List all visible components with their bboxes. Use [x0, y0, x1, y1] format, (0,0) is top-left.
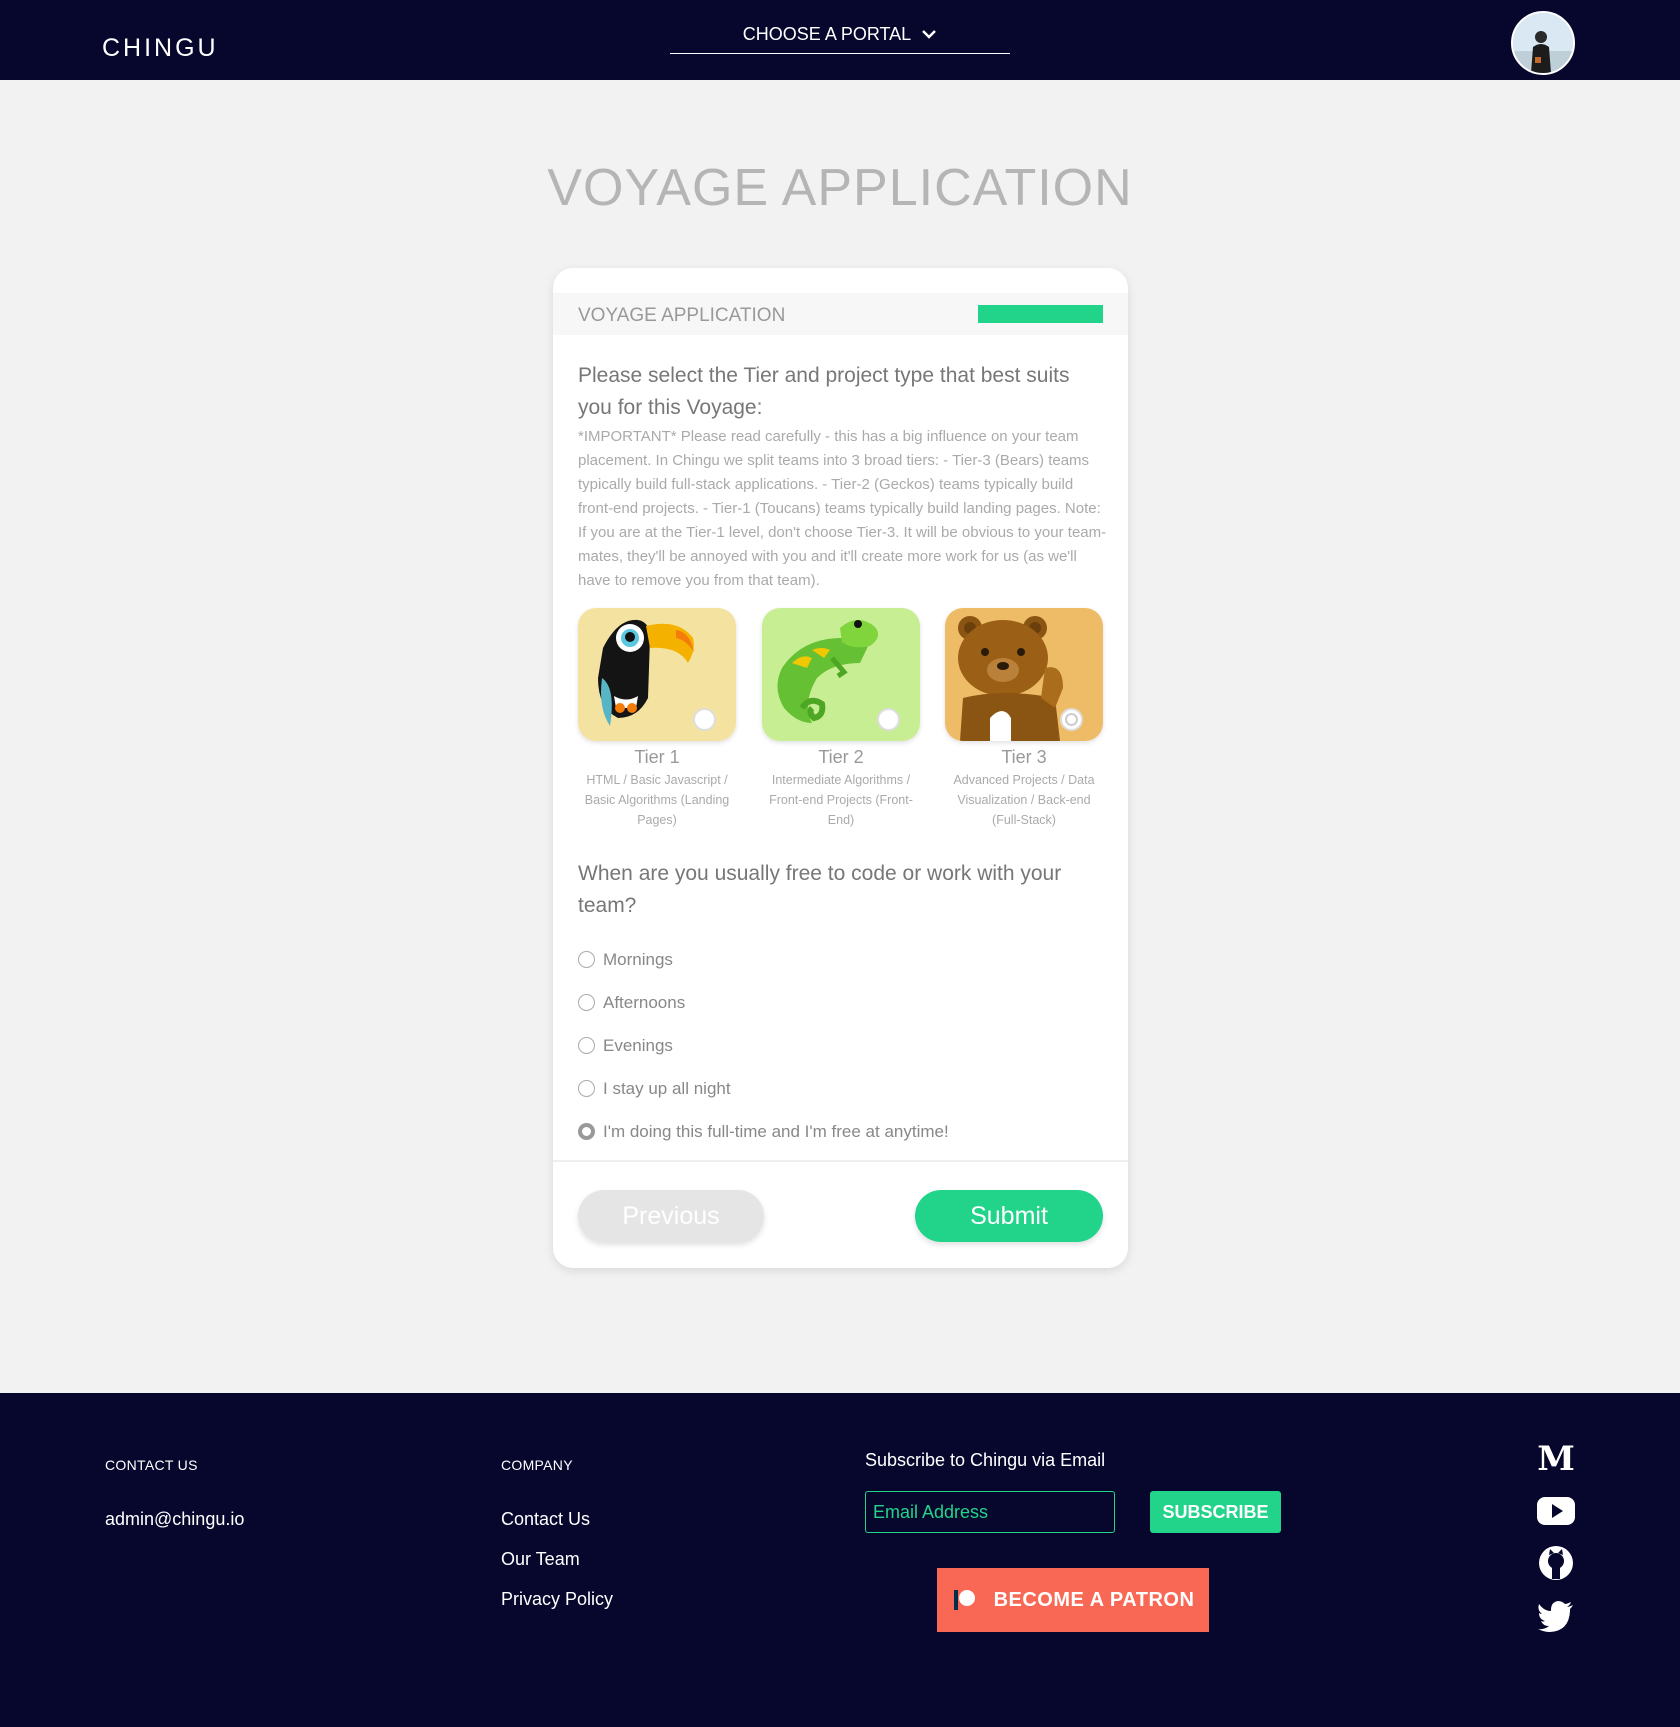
tier-3-option: Tier 3 Advanced Projects / Data Visualiz… — [945, 608, 1103, 830]
tier-2-card[interactable] — [762, 608, 920, 741]
tier-3-radio[interactable] — [1060, 708, 1083, 731]
tier-3-desc: Advanced Projects / Data Visualization /… — [953, 773, 1095, 827]
patreon-icon — [953, 1590, 975, 1610]
tier-1-option: Tier 1 HTML / Basic Javascript / Basic A… — [578, 608, 736, 830]
subscribe-button[interactable]: SUBSCRIBE — [1150, 1491, 1281, 1533]
tier-1-desc: HTML / Basic Javascript / Basic Algorith… — [584, 773, 730, 827]
contact-email-link[interactable]: admin@chingu.io — [105, 1509, 244, 1530]
option-all-night[interactable]: I stay up all night — [578, 1067, 1103, 1110]
previous-button[interactable]: Previous — [578, 1190, 764, 1242]
tier-2-option: Tier 2 Intermediate Algorithms / Front-e… — [762, 608, 920, 830]
radio-full-time[interactable] — [578, 1123, 595, 1140]
github-icon[interactable] — [1536, 1543, 1576, 1583]
footer-link-our-team[interactable]: Our Team — [501, 1549, 580, 1570]
footer-link-contact-us[interactable]: Contact Us — [501, 1509, 590, 1530]
option-evenings[interactable]: Evenings — [578, 1024, 1103, 1067]
progress-fill — [978, 305, 1103, 323]
option-label: Evenings — [603, 1035, 673, 1055]
email-field[interactable] — [865, 1491, 1115, 1533]
option-label: Mornings — [603, 949, 673, 969]
company-heading: COMPANY — [501, 1457, 573, 1473]
tier-1-name: Tier 1 — [634, 747, 680, 767]
tier-3-card[interactable] — [945, 608, 1103, 741]
avatar[interactable] — [1511, 11, 1575, 75]
tier-2-radio[interactable] — [877, 708, 900, 731]
option-mornings[interactable]: Mornings — [578, 938, 1103, 981]
card-title: VOYAGE APPLICATION — [578, 305, 786, 326]
footer-link-privacy-policy[interactable]: Privacy Policy — [501, 1589, 613, 1610]
card-header: VOYAGE APPLICATION — [553, 293, 1128, 335]
youtube-icon[interactable] — [1536, 1491, 1576, 1531]
top-nav: CHINGU CHOOSE A PORTAL — [0, 0, 1680, 80]
subscribe-title: Subscribe to Chingu via Email — [865, 1450, 1106, 1470]
option-afternoons[interactable]: Afternoons — [578, 981, 1103, 1024]
choose-portal-dropdown[interactable]: CHOOSE A PORTAL — [670, 24, 1010, 54]
patron-label: BECOME A PATRON — [993, 1588, 1195, 1611]
tier-note: *IMPORTANT* Please read carefully - this… — [578, 428, 1107, 589]
medium-icon[interactable]: M — [1536, 1438, 1576, 1478]
option-label: Afternoons — [603, 992, 686, 1012]
option-label: I'm doing this full-time and I'm free at… — [603, 1121, 949, 1141]
radio-mornings[interactable] — [578, 951, 595, 968]
tier-1-radio[interactable] — [693, 708, 716, 731]
chevron-down-icon — [922, 30, 937, 39]
contact-heading: CONTACT US — [105, 1457, 198, 1473]
tier-2-desc: Intermediate Algorithms / Front-end Proj… — [769, 773, 913, 827]
availability-question: When are you usually free to code or wor… — [578, 862, 1062, 917]
tier-3-name: Tier 3 — [1001, 747, 1047, 767]
become-patron-button[interactable]: BECOME A PATRON — [937, 1568, 1209, 1632]
tier-1-card[interactable] — [578, 608, 736, 741]
card-divider — [553, 1160, 1128, 1162]
tier-options: Tier 1 HTML / Basic Javascript / Basic A… — [578, 608, 1108, 828]
availability-options: Mornings Afternoons Evenings I stay up a… — [578, 938, 1103, 1153]
option-label: I stay up all night — [603, 1078, 731, 1098]
radio-afternoons[interactable] — [578, 994, 595, 1011]
logo[interactable]: CHINGU — [102, 34, 219, 63]
page-title: VOYAGE APPLICATION — [547, 159, 1133, 217]
radio-all-night[interactable] — [578, 1080, 595, 1097]
option-full-time[interactable]: I'm doing this full-time and I'm free at… — [578, 1110, 1103, 1153]
tier-2-name: Tier 2 — [818, 747, 864, 767]
progress-bar — [978, 305, 1103, 323]
svg-text:M: M — [1538, 1442, 1574, 1474]
radio-evenings[interactable] — [578, 1037, 595, 1054]
portal-label: CHOOSE A PORTAL — [742, 24, 912, 44]
tier-question: Please select the Tier and project type … — [578, 364, 1070, 419]
application-card: VOYAGE APPLICATION Please select the Tie… — [553, 268, 1128, 1268]
submit-button[interactable]: Submit — [915, 1190, 1103, 1242]
footer: CONTACT US admin@chingu.io COMPANY Conta… — [0, 1393, 1680, 1727]
twitter-icon[interactable] — [1536, 1596, 1576, 1636]
